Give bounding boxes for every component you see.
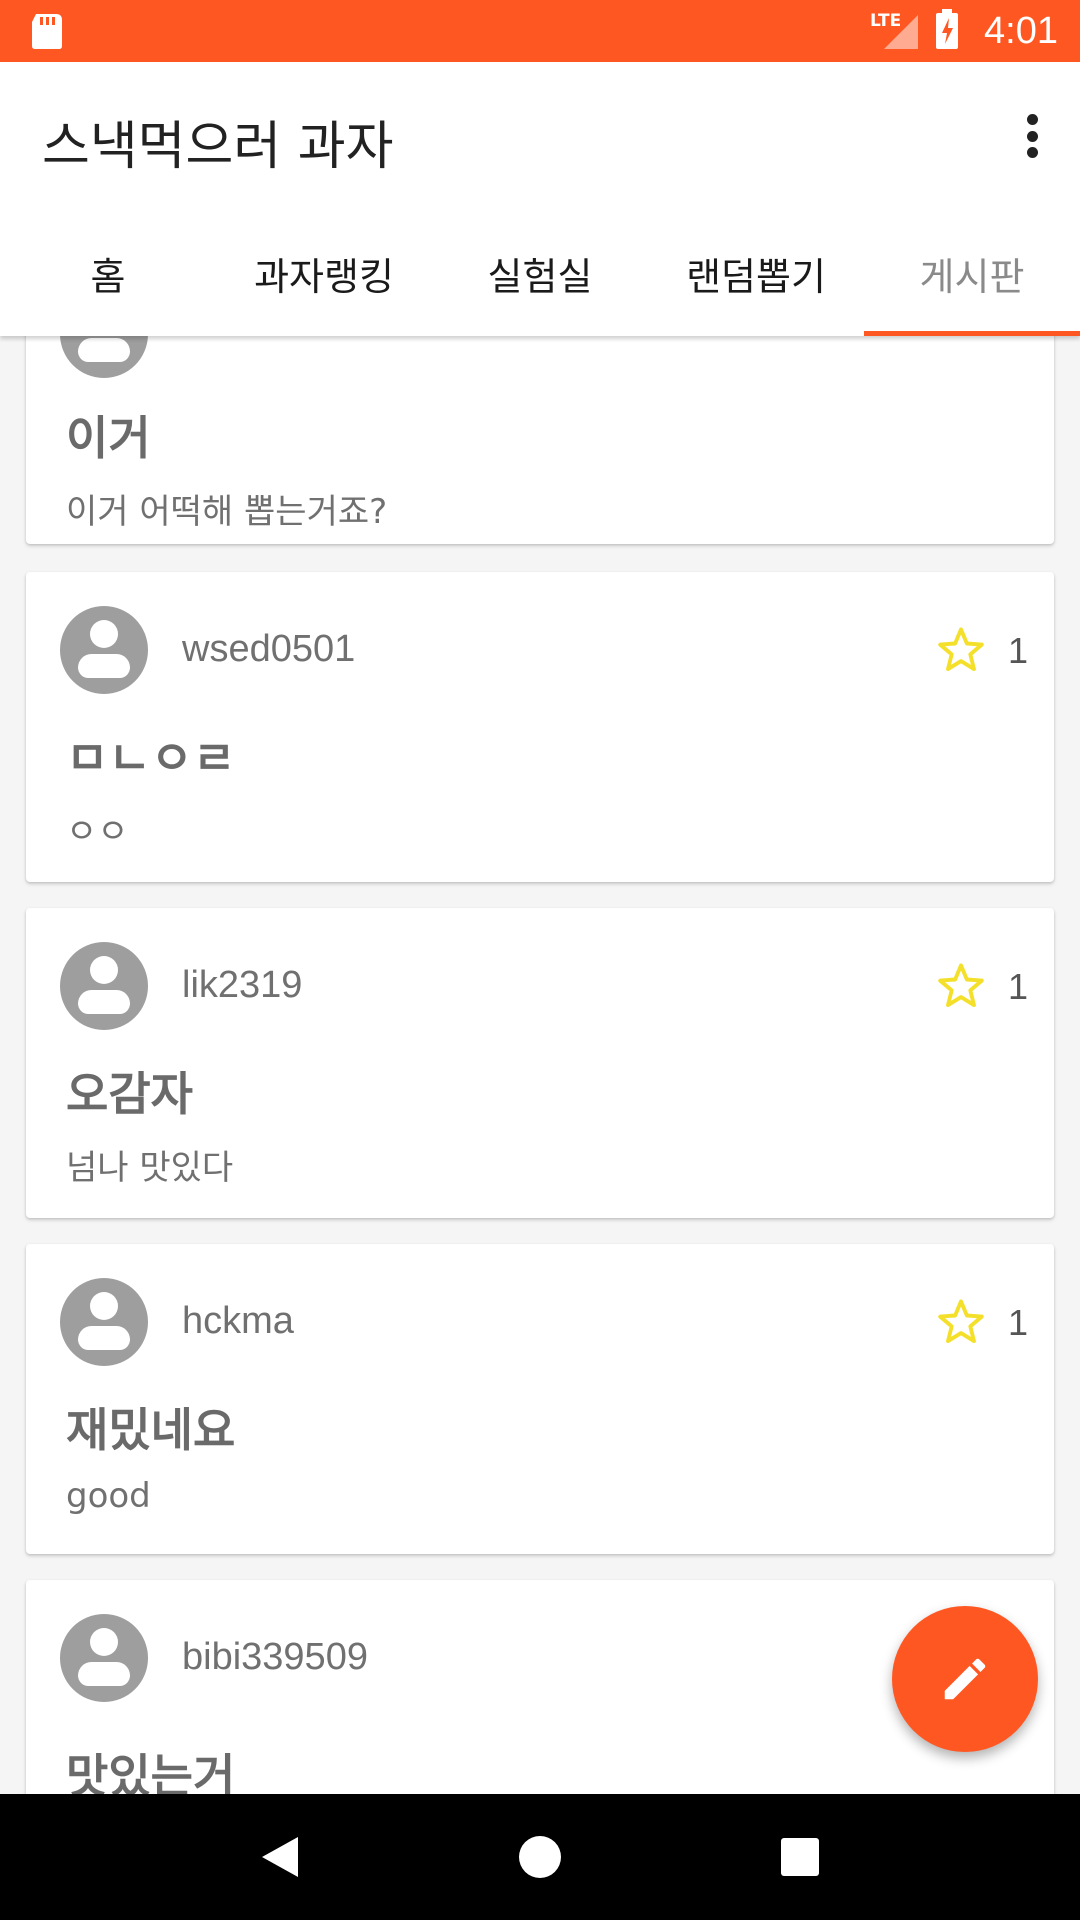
like-count: 1 [1007,630,1028,671]
back-triangle-icon[interactable] [240,1817,320,1897]
app-bar: 스낵먹으러 과자 [0,62,1080,210]
recents-square-icon[interactable] [760,1817,840,1897]
post-author: lik2319 [182,964,303,1006]
account-circle-icon [60,336,148,378]
account-circle-icon [60,606,148,694]
home-circle-icon[interactable] [500,1817,580,1897]
tab-home[interactable]: 홈 [0,210,216,336]
post-title: 맛있는거 [66,1749,236,1794]
post-card[interactable]: 이거 이거 어떡해 뽑는거죠? [26,336,1054,544]
post-author: wsed0501 [182,628,356,670]
battery-charging-icon [934,9,960,53]
edit-pencil-icon [944,1658,986,1700]
post-author: hckma [182,1300,294,1342]
tab-bar: 홈 과자랭킹 실험실 랜덤뽑기 게시판 [0,210,1080,336]
tab-snack-ranking[interactable]: 과자랭킹 [216,210,432,336]
post-body: 이거 어떡해 뽑는거죠? [66,492,388,532]
post-title: ㅁㄴㅇㄹ [66,731,236,785]
like-count: 1 [1007,966,1028,1007]
post-card[interactable]: hckma 1 재밌네요 good [26,1244,1054,1554]
tab-board[interactable]: 게시판 [864,210,1080,336]
tab-random-pick[interactable]: 랜덤뽑기 [648,210,864,336]
post-title: 재밌네요 [66,1403,236,1457]
post-author: bibi339509 [182,1636,368,1678]
status-bar: LTE 4:01 [0,0,1080,62]
star-outline-icon[interactable] [934,1296,988,1348]
clock: 4:01 [984,9,1058,52]
post-body: good [66,1476,151,1516]
post-body: ㅇㅇ [66,812,129,852]
post-card[interactable]: wsed0501 1 ㅁㄴㅇㄹ ㅇㅇ [26,572,1054,882]
post-body: 넘나 맛있다 [66,1148,234,1188]
star-outline-icon[interactable] [934,624,988,676]
tab-lab[interactable]: 실험실 [432,210,648,336]
signal-icon: LTE [870,11,920,51]
more-vert-icon[interactable] [1014,108,1050,164]
like-count: 1 [1007,1302,1028,1343]
star-outline-icon[interactable] [934,960,988,1012]
account-circle-icon [60,1278,148,1366]
account-circle-icon [60,1614,148,1702]
post-title: 이거 [66,411,151,465]
sd-card-icon [30,12,64,54]
post-card[interactable]: lik2319 1 오감자 넘나 맛있다 [26,908,1054,1218]
account-circle-icon [60,942,148,1030]
post-title: 오감자 [66,1067,193,1121]
post-list: 이거 이거 어떡해 뽑는거죠? wsed0501 1 ㅁㄴㅇㄹ ㅇㅇ lik23… [0,336,1080,1794]
app-title: 스낵먹으러 과자 [42,117,394,177]
write-post-button[interactable] [892,1606,1038,1752]
system-nav-bar [0,1794,1080,1920]
